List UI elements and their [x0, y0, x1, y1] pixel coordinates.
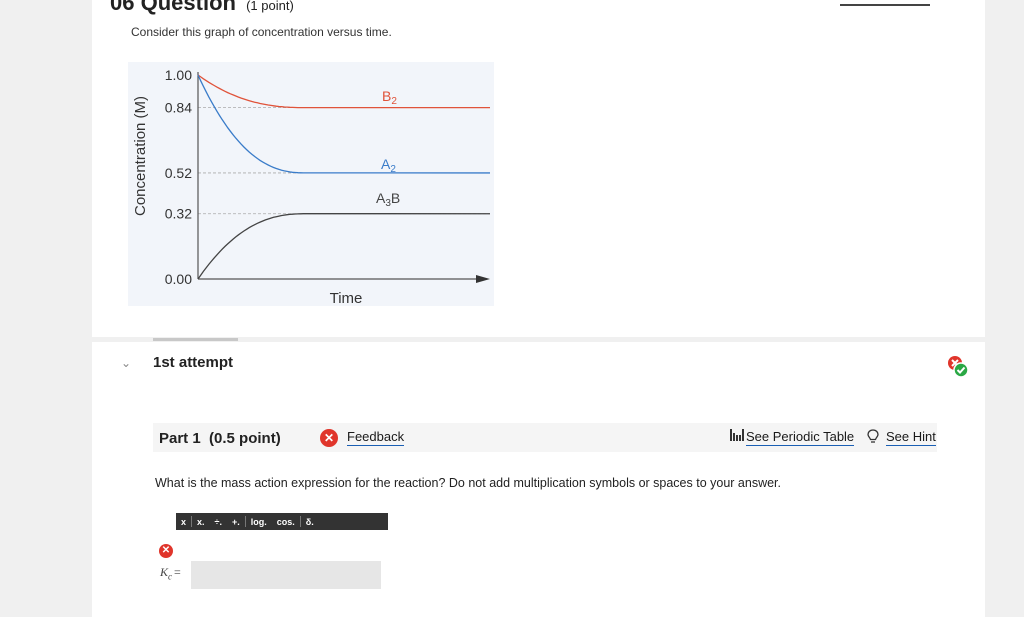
- toolbar-fraction-button[interactable]: ÷.: [210, 517, 227, 527]
- lightbulb-icon: [867, 429, 879, 443]
- partial-status-icon: [948, 356, 969, 378]
- y-tick-label: 0.52: [165, 165, 192, 181]
- answer-input[interactable]: [191, 561, 381, 589]
- toolbar-superscript-button[interactable]: x: [176, 517, 191, 527]
- chart-background: [128, 62, 494, 306]
- question-header: 06 Question (1 point): [110, 0, 294, 16]
- kc-label: Kc =: [160, 565, 181, 582]
- see-page-link[interactable]: [840, 0, 930, 6]
- y-tick-label: 0.32: [165, 206, 192, 222]
- toolbar-operators-button[interactable]: +.: [227, 517, 245, 527]
- equation-toolbar: x x. ÷. +. log. cos. δ.: [176, 513, 388, 530]
- toolbar-greek-button[interactable]: δ.: [301, 517, 319, 527]
- attempt-tab-indicator: [153, 338, 238, 341]
- x-axis-label: Time: [330, 290, 363, 306]
- part-title: Part 1 (0.5 point): [159, 430, 281, 447]
- y-axis-label: Concentration (M): [132, 96, 149, 216]
- y-tick-label: 1.00: [165, 67, 192, 83]
- toolbar-log-button[interactable]: log.: [246, 517, 272, 527]
- close-circle-icon: ✕: [320, 429, 338, 447]
- question-title: Question: [140, 0, 236, 15]
- chevron-down-icon[interactable]: ⌄: [121, 356, 131, 370]
- y-tick-label: 0.84: [165, 100, 192, 116]
- question-prompt: Consider this graph of concentration ver…: [131, 25, 392, 39]
- toolbar-subscript-button[interactable]: x.: [192, 517, 210, 527]
- attempt-label: 1st attempt: [153, 354, 234, 371]
- feedback-link[interactable]: Feedback: [347, 429, 405, 446]
- periodic-table-icon: [730, 429, 744, 441]
- question-text: What is the mass action expression for t…: [155, 476, 781, 490]
- toolbar-trig-button[interactable]: cos.: [272, 517, 300, 527]
- incorrect-icon: ✕: [159, 544, 173, 558]
- concentration-chart: Concentration (M) 1.00 0.84 0.52 0.32 0.00 T…: [128, 62, 494, 306]
- question-number: 06: [110, 0, 135, 15]
- see-periodic-table-link[interactable]: See Periodic Table: [746, 429, 855, 446]
- y-tick-label: 0.00: [165, 271, 192, 287]
- question-points: (1 point): [246, 0, 294, 13]
- see-hint-link[interactable]: See Hint: [886, 429, 936, 446]
